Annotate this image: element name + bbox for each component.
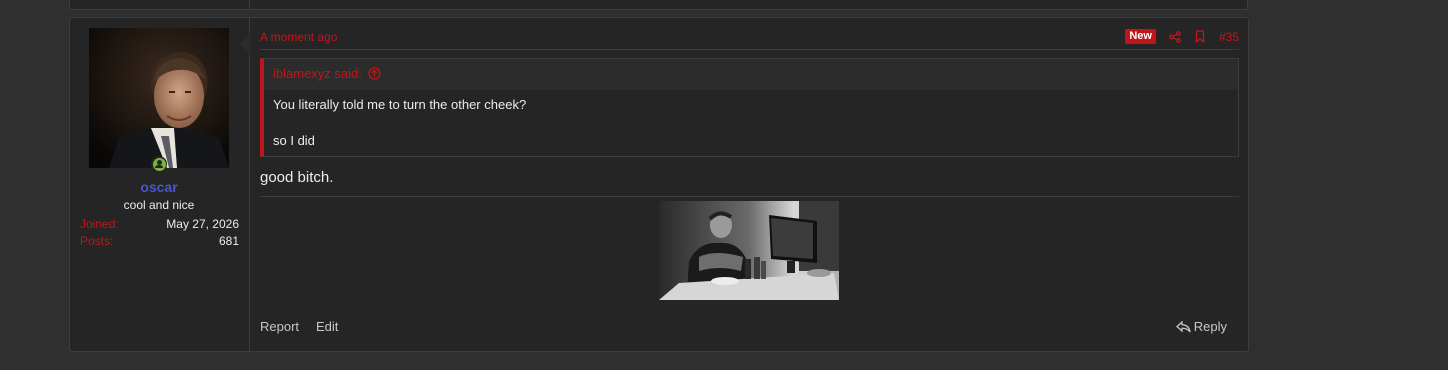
avatar[interactable] [89, 28, 229, 168]
post-main: A moment ago New #35 iblamexyz said: You… [260, 18, 1239, 351]
post-actions-top: New #35 [1125, 29, 1239, 44]
divider [260, 196, 1239, 197]
quote-line: so I did [273, 133, 315, 148]
user-cell-arrow [240, 34, 250, 54]
reply-icon [1175, 320, 1191, 333]
new-badge: New [1125, 29, 1156, 44]
report-link[interactable]: Report [260, 319, 299, 334]
stat-joined: Joined: May 27, 2026 [80, 217, 239, 231]
post-number[interactable]: #35 [1219, 30, 1239, 44]
reply-label: Reply [1193, 319, 1227, 334]
post-time[interactable]: A moment ago [260, 30, 337, 44]
stat-posts: Posts: 681 [80, 234, 239, 248]
user-title: cool and nice [123, 198, 195, 212]
stat-value: 681 [218, 234, 239, 248]
forum-post: oscar cool and nice Joined: May 27, 2026… [69, 17, 1249, 352]
quote-header[interactable]: iblamexyz said: [273, 66, 381, 81]
stat-value: May 27, 2026 [166, 217, 239, 231]
previous-post [69, 0, 1248, 10]
stat-label: Posts: [80, 234, 114, 248]
username[interactable]: oscar [70, 179, 248, 195]
quote-line: You literally told me to turn the other … [273, 97, 527, 112]
reply-button[interactable]: Reply [1175, 319, 1227, 334]
share-icon[interactable] [1169, 30, 1181, 43]
stat-label: Joined: [80, 217, 119, 231]
edit-link[interactable]: Edit [316, 319, 338, 334]
quote-author[interactable]: iblamexyz said: [273, 66, 362, 81]
quote-block: iblamexyz said: You literally told me to… [260, 58, 1239, 157]
user-cell: oscar cool and nice Joined: May 27, 2026… [70, 18, 250, 351]
arrow-up-circle-icon[interactable] [368, 67, 381, 80]
post-message: good bitch. [260, 169, 334, 186]
post-footer: Report Edit Reply [260, 318, 1239, 336]
bookmark-icon[interactable] [1194, 30, 1206, 43]
previous-post-user-cell [70, 0, 250, 9]
quote-body: You literally told me to turn the other … [264, 90, 1238, 156]
post-attribution: A moment ago New #35 [260, 29, 1239, 50]
user-online-icon [151, 156, 167, 172]
attached-image[interactable] [659, 201, 839, 300]
